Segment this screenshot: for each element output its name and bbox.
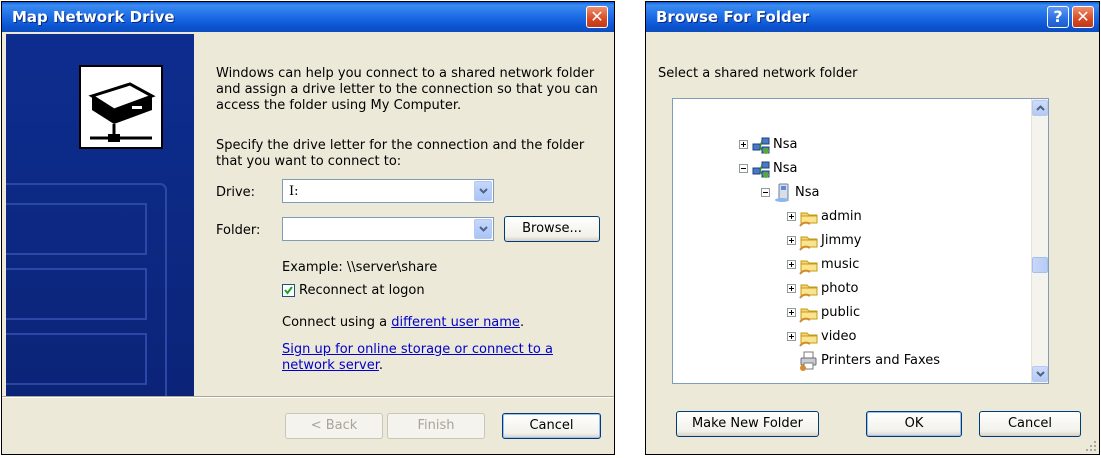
intro-text: Windows can help you connect to a shared… — [216, 66, 598, 113]
signup-suffix: . — [378, 358, 384, 373]
expand-icon[interactable] — [787, 236, 796, 245]
folder-dropdown[interactable] — [282, 217, 494, 241]
map-network-drive-dialog: Map Network Drive ✕ Windows can help you… — [1, 1, 615, 455]
instruction-text: Specify the drive letter for the connect… — [216, 138, 585, 169]
drive-value: I: — [289, 184, 299, 199]
close-icon[interactable]: ✕ — [586, 6, 608, 28]
browse-prompt: Select a shared network folder — [658, 66, 858, 81]
tree-item-label: video — [821, 329, 857, 344]
tree-item[interactable]: Printers and Faxes — [673, 350, 1028, 372]
signup-text: Sign up for online storage or connect to… — [282, 342, 592, 374]
make-new-folder-button[interactable]: Make New Folder — [676, 411, 819, 437]
help-icon[interactable]: ? — [1047, 6, 1069, 28]
network-workgroup-icon — [751, 135, 771, 155]
cancel-button[interactable]: Cancel — [502, 413, 601, 439]
printer-icon — [799, 351, 819, 371]
expand-icon[interactable] — [739, 140, 748, 149]
folder-tree[interactable]: Printers and Faxes video public photo music J… — [672, 98, 1049, 384]
browse-dialog-title: Browse For Folder — [656, 8, 810, 26]
expand-icon[interactable] — [787, 212, 796, 221]
shared-folder-icon — [799, 231, 819, 251]
example-text: Example: \\server\share — [282, 260, 438, 275]
footer-divider — [2, 396, 614, 398]
tree-item-label: Nsa — [773, 161, 798, 176]
connect-prefix: Connect using a — [282, 315, 392, 330]
tree-item-label: public — [821, 305, 861, 320]
tree-scrollbar[interactable] — [1031, 99, 1048, 383]
tree-item-label: photo — [821, 281, 859, 296]
tree-item-label: admin — [821, 209, 862, 224]
folder-label: Folder: — [216, 223, 261, 238]
tree-item[interactable]: public — [673, 302, 1028, 324]
network-drive-icon — [6, 65, 167, 396]
tree-item-label: music — [821, 257, 860, 272]
browse-for-folder-dialog: Browse For Folder ? ✕ Select a shared ne… — [645, 1, 1100, 455]
tree-item[interactable]: Nsa — [673, 182, 1028, 204]
tree-item-label: Nsa — [773, 137, 798, 152]
tree-item[interactable]: Jimmy — [673, 230, 1028, 252]
expand-icon[interactable] — [787, 332, 796, 341]
drive-label: Drive: — [216, 185, 256, 200]
browse-dialog-titlebar[interactable]: Browse For Folder ? ✕ — [646, 2, 1099, 32]
reconnect-label[interactable]: Reconnect at logon — [299, 283, 425, 299]
signup-link[interactable]: Sign up for online storage or connect to… — [282, 342, 553, 373]
shared-folder-icon — [799, 303, 819, 323]
computer-icon — [773, 183, 793, 203]
connect-suffix: . — [519, 315, 525, 330]
network-workgroup-icon — [751, 159, 771, 179]
expand-icon[interactable] — [787, 308, 796, 317]
ok-button[interactable]: OK — [866, 411, 962, 437]
finish-button[interactable]: Finish — [387, 413, 485, 439]
collapse-icon[interactable] — [739, 164, 748, 173]
resize-grip-icon[interactable] — [1085, 440, 1097, 452]
different-user-link[interactable]: different user name — [391, 315, 520, 330]
tree-item[interactable]: admin — [673, 206, 1028, 228]
tree-item-label: Printers and Faxes — [821, 353, 941, 368]
chevron-down-icon[interactable] — [474, 181, 492, 201]
reconnect-checkbox[interactable] — [282, 284, 295, 297]
tree-item-label: Jimmy — [821, 233, 862, 248]
shared-folder-icon — [799, 255, 819, 275]
tree-item-label: Nsa — [795, 185, 820, 200]
scroll-down-button[interactable] — [1032, 366, 1048, 382]
tree-item[interactable]: Nsa — [673, 134, 1028, 156]
browse-button[interactable]: Browse... — [504, 216, 600, 242]
tree-item[interactable]: Nsa — [673, 158, 1028, 180]
drive-dropdown[interactable]: I: — [282, 179, 494, 203]
map-dialog-title: Map Network Drive — [12, 8, 175, 26]
shared-folder-icon — [799, 279, 819, 299]
shared-folder-icon — [799, 327, 819, 347]
map-dialog-titlebar[interactable]: Map Network Drive ✕ — [2, 2, 614, 32]
expand-icon[interactable] — [787, 284, 796, 293]
cancel-button[interactable]: Cancel — [979, 411, 1081, 437]
expand-icon[interactable] — [787, 260, 796, 269]
tree-item[interactable]: photo — [673, 278, 1028, 300]
collapse-icon[interactable] — [761, 188, 770, 197]
connect-text: Connect using a different user name. — [282, 315, 524, 331]
wizard-side-panel — [6, 34, 194, 396]
checkmark-icon — [284, 286, 293, 295]
chevron-down-icon[interactable] — [474, 219, 492, 239]
tree-item[interactable]: video — [673, 326, 1028, 348]
close-icon[interactable]: ✕ — [1072, 6, 1094, 28]
tree-item[interactable]: music — [673, 254, 1028, 276]
back-button[interactable]: < Back — [285, 413, 383, 439]
shared-folder-icon — [799, 207, 819, 227]
scroll-thumb[interactable] — [1032, 257, 1048, 273]
scroll-up-button[interactable] — [1032, 100, 1048, 116]
